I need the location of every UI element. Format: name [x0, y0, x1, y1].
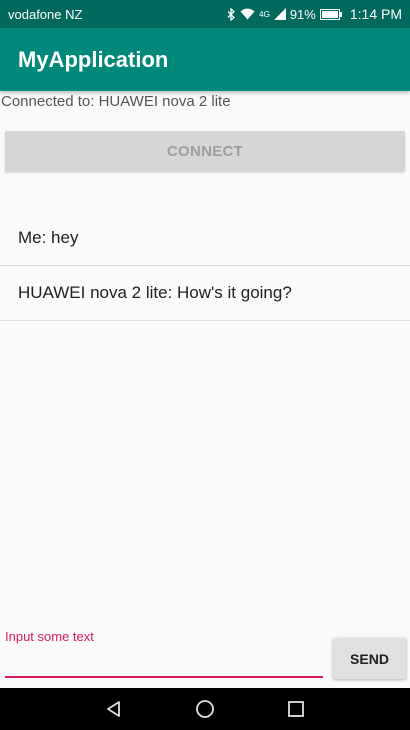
app-title: MyApplication [18, 46, 169, 72]
wifi-icon [240, 8, 255, 20]
back-icon[interactable] [103, 698, 125, 720]
message-text: HUAWEI nova 2 lite: How's it going? [18, 283, 292, 302]
send-button[interactable]: SEND [333, 638, 406, 679]
battery-icon [319, 8, 342, 20]
home-icon[interactable] [194, 698, 216, 720]
bluetooth-icon [227, 7, 236, 21]
network-type: 4G [259, 9, 270, 19]
list-item: HUAWEI nova 2 lite: How's it going? [0, 266, 410, 321]
list-item: Me: hey [0, 210, 410, 266]
message-list: Me: hey HUAWEI nova 2 lite: How's it goi… [0, 210, 410, 321]
clock: 1:14 PM [349, 6, 402, 22]
navigation-bar [0, 688, 410, 730]
signal-icon [273, 8, 286, 20]
carrier-name: vodafone NZ [8, 6, 83, 22]
message-input[interactable] [5, 648, 323, 678]
status-icons: 4G 91% 1:14 PM [227, 6, 402, 22]
connect-button[interactable]: CONNECT [5, 131, 405, 172]
app-bar: MyApplication [0, 28, 410, 91]
input-hint-label: Input some text [5, 629, 94, 644]
battery-percentage: 91% [289, 6, 316, 22]
recents-icon[interactable] [285, 698, 307, 720]
message-text: Me: hey [18, 227, 79, 247]
connection-status: Connected to: HUAWEI nova 2 lite [1, 93, 231, 110]
status-bar: vodafone NZ 4G 91% 1:14 PM [0, 0, 410, 28]
